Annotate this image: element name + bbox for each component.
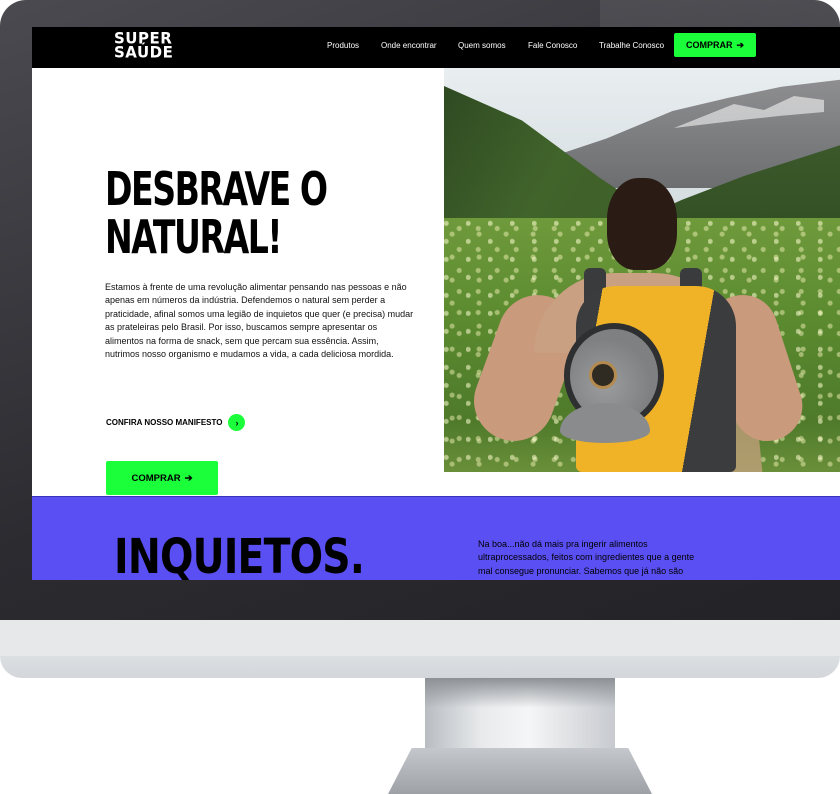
nav-link-onde-encontrar[interactable]: Onde encontrar xyxy=(381,41,437,50)
headline-line-2: NATURAL! xyxy=(105,210,283,264)
headline-line-1: DESBRAVE O xyxy=(105,162,328,216)
hero-body-text: Estamos à frente de uma revolução alimen… xyxy=(105,282,414,360)
manifesto-label: CONFIRA NOSSO MANIFESTO xyxy=(106,418,223,427)
stand-shadow xyxy=(425,678,615,708)
nav-link-trabalhe-conosco[interactable]: Trabalhe Conosco xyxy=(599,41,664,50)
section-copy: Na boa...não dá mais pra ingerir aliment… xyxy=(478,539,695,576)
nav-link-quem-somos[interactable]: Quem somos xyxy=(458,41,506,50)
hero-text-area: DESBRAVE O NATURAL! Estamos à frente de … xyxy=(32,68,444,496)
website-screen: SUPER SAÚDE Produtos Onde encontrar Quem… xyxy=(32,27,840,580)
nav-link-fale-conosco[interactable]: Fale Conosco xyxy=(528,41,577,50)
inquietos-section: INQUIETOS. Na boa...não dá mais pra inge… xyxy=(32,496,840,580)
top-navbar: SUPER SAÚDE Produtos Onde encontrar Quem… xyxy=(32,27,840,68)
monitor-chin-face xyxy=(0,620,840,656)
hero-image-hiker xyxy=(444,68,840,472)
photo-cap-patch xyxy=(589,361,617,389)
manifesto-link[interactable]: CONFIRA NOSSO MANIFESTO › xyxy=(106,414,246,431)
photo-hiker-head xyxy=(607,178,677,270)
arrow-right-icon: ➔ xyxy=(736,39,745,50)
nav-buy-button[interactable]: COMPRAR ➔ xyxy=(674,33,756,57)
hero-buy-button[interactable]: COMPRAR ➔ xyxy=(106,461,218,495)
nav-link-produtos[interactable]: Produtos xyxy=(327,41,359,50)
section-title: INQUIETOS. xyxy=(114,529,365,580)
hero-buy-label: COMPRAR xyxy=(131,472,181,484)
arrow-right-icon: ➔ xyxy=(184,472,193,484)
nav-buy-label: COMPRAR xyxy=(685,40,733,50)
chevron-right-icon[interactable]: › xyxy=(228,414,246,431)
monitor-stand-foot xyxy=(388,748,652,794)
hero-headline: DESBRAVE O NATURAL! xyxy=(105,165,335,261)
